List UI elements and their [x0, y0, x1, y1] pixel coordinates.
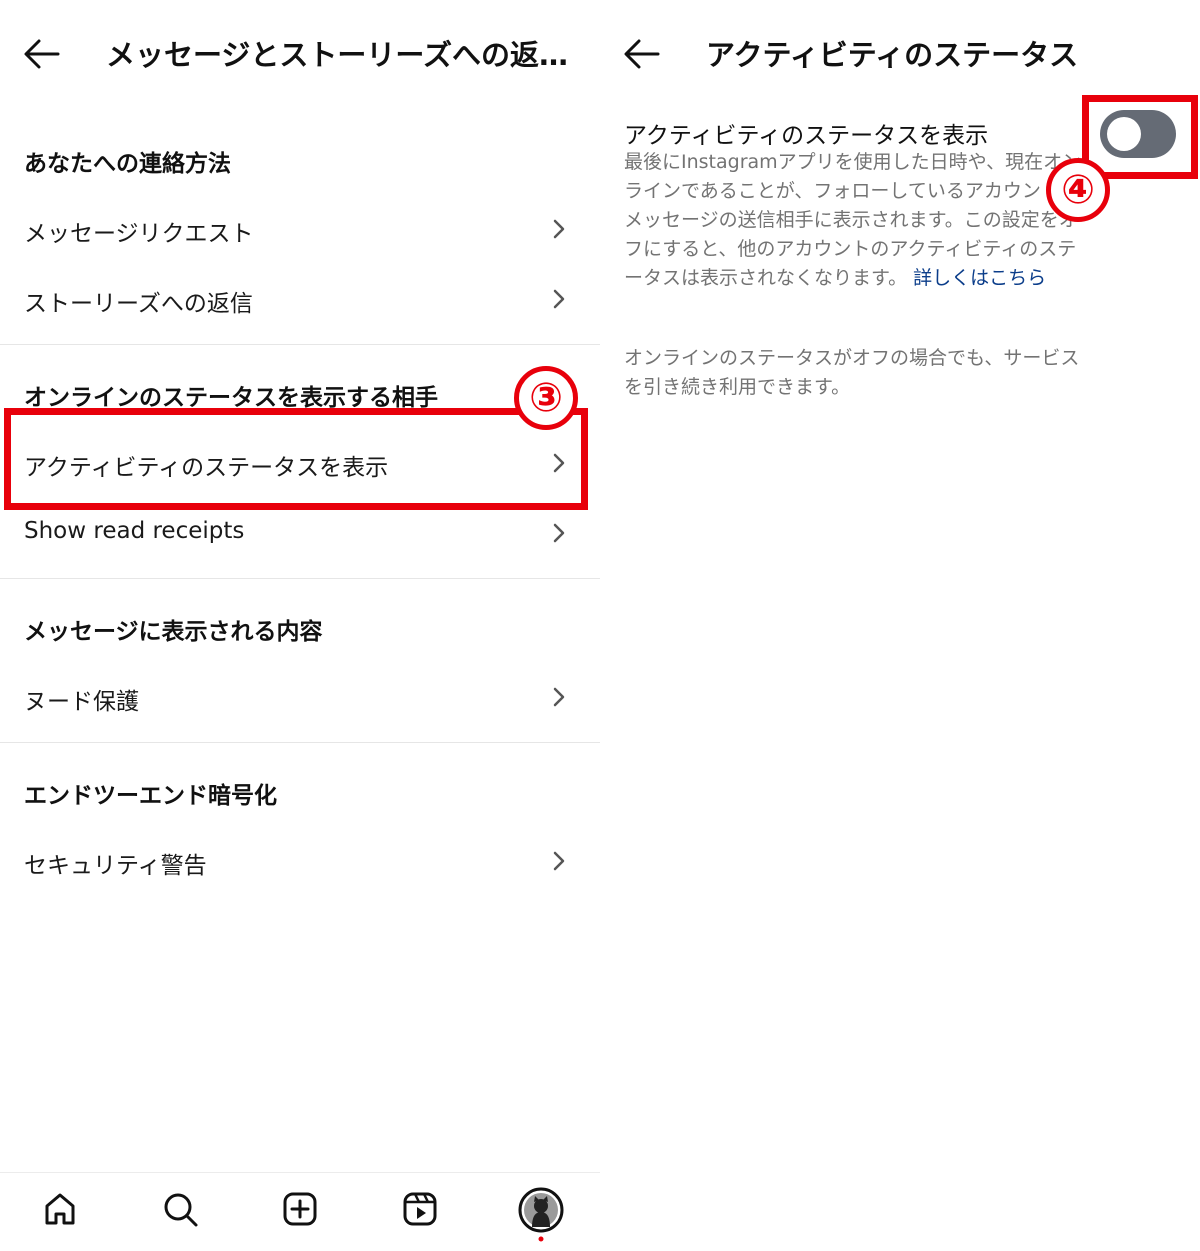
section-heading-message-content: メッセージに表示される内容: [24, 619, 323, 645]
learn-more-link[interactable]: 詳しくはこちら: [913, 267, 1046, 289]
row-nudity-protection[interactable]: ヌード保護: [0, 662, 600, 732]
activity-status-screen: アクティビティのステータス アクティビティのステータスを表示 最後にInstag…: [600, 0, 1200, 1250]
page-title: アクティビティのステータス: [706, 38, 1079, 72]
back-arrow-icon[interactable]: [622, 36, 662, 72]
setting-description: 最後にInstagramアプリを使用した日時や、現在オンラインであることが、フォ…: [624, 148, 1086, 293]
row-label: メッセージリクエスト: [24, 221, 254, 247]
setting-label: アクティビティのステータスを表示: [624, 123, 989, 149]
create-icon[interactable]: [280, 1189, 320, 1229]
messages-settings-screen: メッセージとストーリーズへの返… あなたへの連絡方法 メッセージリクエスト スト…: [0, 0, 600, 1250]
bottom-navigation: [0, 1172, 600, 1251]
reels-icon[interactable]: [400, 1189, 440, 1229]
chevron-right-icon: [548, 218, 570, 240]
section-heading-online-status: オンラインのステータスを表示する相手: [24, 385, 438, 411]
row-story-replies[interactable]: ストーリーズへの返信: [0, 264, 600, 334]
divider: [0, 578, 600, 579]
step-3-marker: ③: [514, 366, 578, 430]
chevron-right-icon: [548, 522, 570, 544]
page-title: メッセージとストーリーズへの返…: [106, 38, 568, 72]
chevron-right-icon: [548, 850, 570, 872]
row-label: ヌード保護: [24, 689, 139, 715]
step-4-marker: ④: [1046, 158, 1110, 222]
section-heading-e2ee: エンドツーエンド暗号化: [24, 783, 277, 809]
divider: [0, 344, 600, 345]
row-label: セキュリティ警告: [24, 853, 207, 879]
row-label: Show read receipts: [24, 518, 245, 544]
section-heading-contact: あなたへの連絡方法: [24, 151, 231, 177]
setting-note: オンラインのステータスがオフの場合でも、サービスを引き続き利用できます。: [624, 347, 1080, 398]
home-icon[interactable]: [40, 1189, 80, 1229]
profile-avatar[interactable]: [518, 1187, 564, 1242]
row-security-alerts[interactable]: セキュリティ警告: [0, 826, 600, 896]
divider: [0, 742, 600, 743]
row-message-requests[interactable]: メッセージリクエスト: [0, 194, 600, 264]
chevron-right-icon: [548, 686, 570, 708]
row-label: ストーリーズへの返信: [24, 291, 253, 317]
back-arrow-icon[interactable]: [22, 36, 62, 72]
chevron-right-icon: [548, 288, 570, 310]
highlight-box: [4, 408, 588, 510]
search-icon[interactable]: [160, 1189, 200, 1229]
